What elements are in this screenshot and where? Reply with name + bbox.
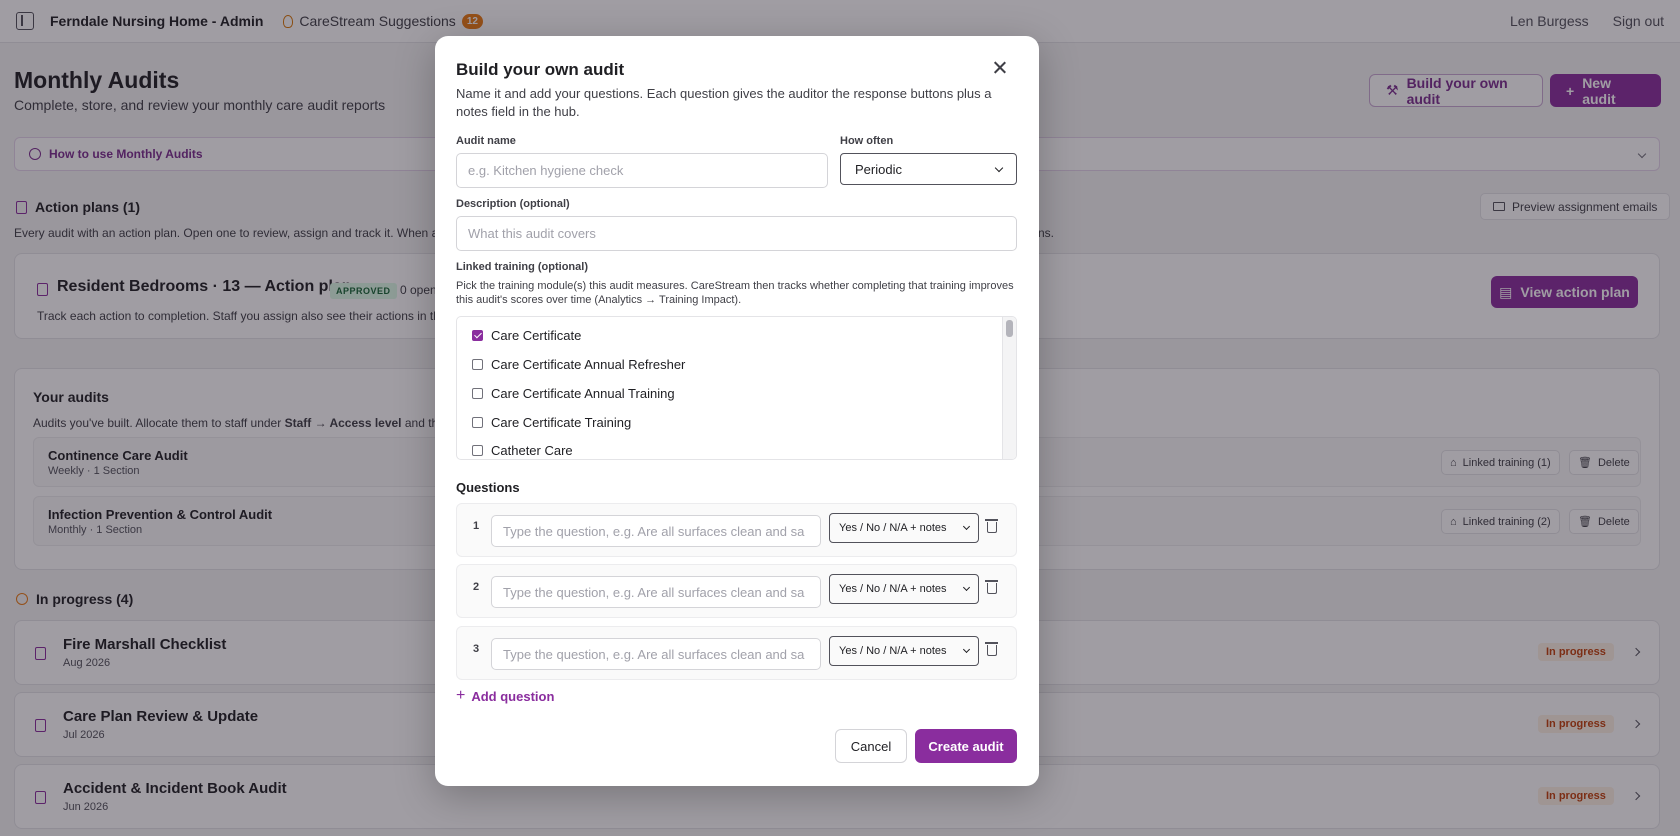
how-often-select[interactable]: Periodic: [840, 153, 1017, 185]
create-audit-button[interactable]: Create audit: [915, 729, 1017, 763]
chevron-down-icon: [962, 522, 971, 531]
question-input[interactable]: [491, 638, 821, 670]
question-row: 2 Yes / No / N/A + notes: [456, 564, 1017, 618]
training-option[interactable]: Catheter Care: [472, 443, 573, 458]
training-option[interactable]: Care Certificate Training: [472, 415, 631, 430]
linked-training-label: Linked training (optional): [456, 261, 588, 273]
scrollbar-thumb[interactable]: [1006, 320, 1013, 337]
chevron-down-icon: [962, 583, 971, 592]
dialog-title: Build your own audit: [456, 60, 625, 79]
dialog-subtitle: Name it and add your questions. Each que…: [456, 86, 992, 119]
close-icon[interactable]: [992, 60, 1008, 76]
question-row: 1 Yes / No / N/A + notes: [456, 503, 1017, 557]
description-input[interactable]: [456, 216, 1017, 251]
cancel-button[interactable]: Cancel: [835, 729, 907, 763]
training-option[interactable]: Care Certificate Annual Refresher: [472, 357, 685, 372]
description-label: Description (optional): [456, 198, 570, 210]
chevron-down-icon: [962, 645, 971, 654]
question-row: 3 Yes / No / N/A + notes: [456, 626, 1017, 680]
training-list[interactable]: Care Certificate Care Certificate Annual…: [456, 316, 1017, 460]
plus-icon: +: [456, 687, 466, 704]
question-number: 3: [473, 643, 480, 655]
training-option[interactable]: Care Certificate Annual Training: [472, 386, 675, 401]
question-input[interactable]: [491, 515, 821, 547]
questions-heading: Questions: [456, 480, 520, 495]
chevron-down-icon: [994, 163, 1004, 172]
linked-training-help: Pick the training module(s) this audit m…: [456, 280, 1014, 306]
add-question-button[interactable]: + Add question: [456, 687, 554, 705]
audit-name-input[interactable]: [456, 153, 828, 188]
scrollbar[interactable]: [1002, 317, 1016, 459]
checkbox[interactable]: [472, 417, 483, 428]
audit-name-label: Audit name: [456, 135, 516, 147]
response-type-select[interactable]: Yes / No / N/A + notes: [829, 513, 979, 543]
checkbox[interactable]: [472, 388, 483, 399]
question-input[interactable]: [491, 576, 821, 608]
response-type-select[interactable]: Yes / No / N/A + notes: [829, 636, 979, 666]
training-option[interactable]: Care Certificate: [472, 328, 581, 343]
question-number: 1: [473, 520, 480, 532]
build-audit-dialog: Build your own audit Name it and add you…: [435, 36, 1039, 786]
response-type-select[interactable]: Yes / No / N/A + notes: [829, 574, 979, 604]
checkbox[interactable]: [472, 359, 483, 370]
question-number: 2: [473, 581, 480, 593]
trash-icon[interactable]: [985, 642, 998, 656]
checkbox[interactable]: [472, 445, 483, 456]
checkbox[interactable]: [472, 330, 483, 341]
trash-icon[interactable]: [985, 519, 998, 533]
how-often-label: How often: [840, 135, 894, 147]
trash-icon[interactable]: [985, 580, 998, 594]
